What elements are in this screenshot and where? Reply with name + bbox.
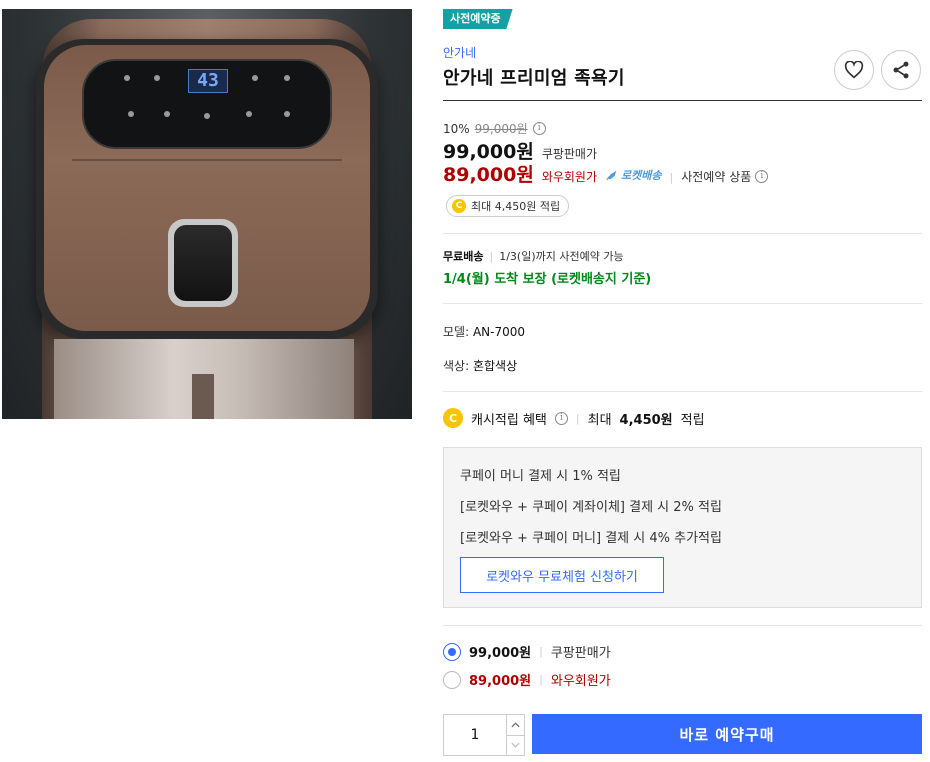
chevron-down-icon: [511, 743, 520, 748]
share-icon: [893, 61, 909, 79]
product-image-knob: [168, 219, 238, 307]
radio-button-selected[interactable]: [443, 642, 461, 661]
model-label: 모델:: [443, 325, 470, 339]
info-icon[interactable]: i: [532, 122, 546, 135]
cash-benefit-amount: 4,450원: [619, 412, 673, 428]
option-label: 쿠팡판매가: [550, 646, 611, 661]
color-value: 혼합색상: [472, 359, 518, 373]
model-option: 모델: AN-7000: [443, 323, 525, 340]
product-image-display: 43: [188, 69, 228, 93]
arrival-guarantee: 1/4(월) 도착 보장 (로켓배송지 기준): [443, 272, 652, 287]
separator: |: [539, 645, 543, 658]
product-page: 43 사전예약중 안가네 안가네 프리미엄 족욕기 10% 99,000원 i …: [0, 0, 930, 762]
product-image[interactable]: 43: [2, 9, 412, 419]
wow-price-label: 와우회원가: [541, 170, 598, 184]
cash-benefit-row: C 캐시적립 혜택 i | 최대 4,450원 적립: [443, 408, 705, 428]
quantity-input[interactable]: [444, 715, 506, 755]
buy-now-button[interactable]: 바로 예약구매: [532, 714, 922, 754]
cash-reward-pill: C 최대 4,450원 적립: [446, 195, 570, 217]
cash-reward-text: 최대 4,450원 적립: [471, 200, 561, 213]
preorder-note: 사전예약 상품 i: [681, 168, 769, 185]
cash-benefit-label: 캐시적립 혜택: [471, 412, 547, 428]
cash-benefit-suffix: 적립: [680, 412, 705, 428]
option-label: 와우회원가: [550, 674, 611, 689]
wow-price-row: 89,000원 와우회원가 로켓배송 | 사전예약 상품 i: [443, 160, 769, 187]
model-value: AN-7000: [472, 325, 526, 339]
color-option: 색상: 혼합색상: [443, 357, 517, 374]
rocket-delivery-label: 로켓배송: [621, 169, 662, 182]
coin-icon: C: [443, 408, 463, 428]
separator: |: [489, 249, 494, 263]
separator: |: [539, 673, 543, 686]
cash-benefit-prefix: 최대: [587, 412, 612, 428]
free-shipping-label: 무료배송: [443, 250, 484, 263]
coin-icon: C: [452, 199, 466, 213]
price-option-coupang[interactable]: 99,000원 | 쿠팡판매가: [443, 642, 611, 661]
color-label: 색상:: [443, 359, 470, 373]
rocketwow-trial-button[interactable]: 로켓와우 무료체험 신청하기: [460, 557, 664, 593]
brand-link[interactable]: 안가네: [443, 44, 476, 61]
preorder-badge: 사전예약중: [443, 9, 513, 29]
quantity-increase-button[interactable]: [507, 715, 524, 736]
discount-row: 10% 99,000원 i: [443, 120, 546, 137]
coupay-line: [로켓와우 + 쿠페이 계좌이체] 결제 시 2% 적립: [460, 500, 722, 515]
quantity-decrease-button[interactable]: [507, 736, 524, 756]
original-price: 99,000원: [474, 122, 528, 136]
quantity-stepper: [443, 714, 525, 756]
heart-icon: [844, 61, 864, 79]
discount-rate: 10%: [443, 121, 470, 136]
product-title: 안가네 프리미엄 족욕기: [443, 68, 625, 89]
rocket-icon: [605, 170, 617, 181]
coupay-benefit-box: 쿠페이 머니 결제 시 1% 적립 [로켓와우 + 쿠페이 계좌이체] 결제 시…: [443, 447, 922, 608]
coupay-line: 쿠페이 머니 결제 시 1% 적립: [460, 469, 621, 484]
preorder-deadline: 1/3(일)까지 사전예약 가능: [499, 250, 624, 263]
title-divider: [443, 100, 922, 101]
option-price: 89,000원: [469, 674, 532, 689]
wow-price: 89,000원: [443, 164, 534, 186]
coupay-line: [로켓와우 + 쿠페이 머니] 결제 시 4% 추가적립: [460, 531, 722, 546]
info-icon[interactable]: i: [554, 411, 568, 425]
rocket-delivery-badge: 로켓배송: [605, 167, 662, 183]
price-option-wow[interactable]: 89,000원 | 와우회원가: [443, 670, 611, 689]
preorder-note-text: 사전예약 상품: [681, 170, 752, 184]
favorite-button[interactable]: [834, 50, 874, 90]
option-price: 99,000원: [469, 646, 532, 661]
product-image-control-panel: 43: [82, 59, 332, 149]
separator: |: [669, 171, 674, 184]
delivery-row: 무료배송 | 1/3(일)까지 사전예약 가능: [443, 248, 624, 264]
separator: |: [575, 411, 580, 425]
share-button[interactable]: [881, 50, 921, 90]
chevron-up-icon: [511, 722, 520, 727]
radio-button[interactable]: [443, 670, 461, 689]
info-icon[interactable]: i: [755, 170, 769, 183]
